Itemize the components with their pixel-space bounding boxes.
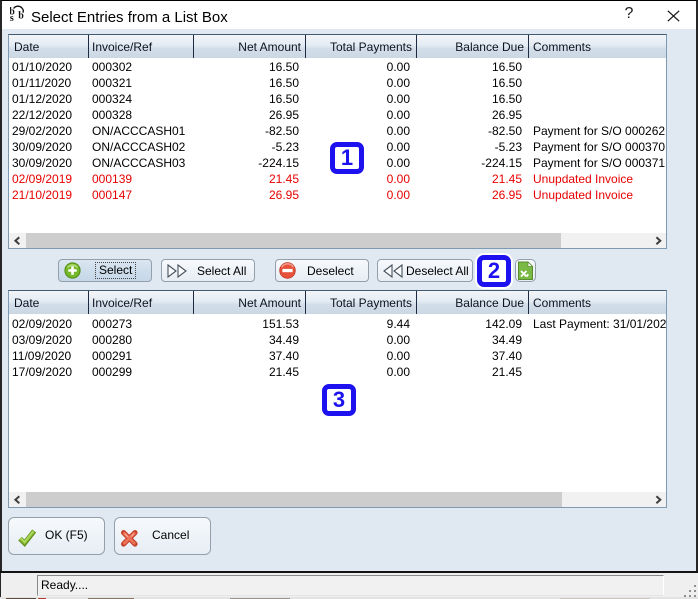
svg-text:b: b <box>18 10 24 21</box>
svg-text:s: s <box>10 13 14 24</box>
